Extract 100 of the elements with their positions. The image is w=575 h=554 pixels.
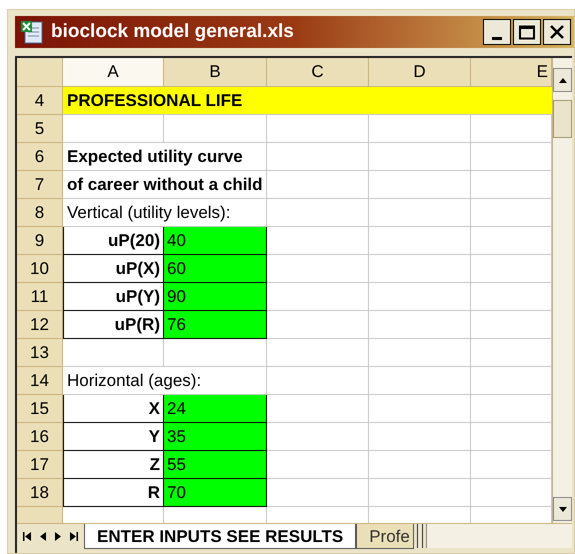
maximize-icon bbox=[519, 24, 535, 40]
label-cell: uP(Y) bbox=[63, 283, 164, 311]
table-cell[interactable] bbox=[471, 227, 552, 255]
table-cell[interactable] bbox=[267, 283, 369, 311]
table-cell[interactable] bbox=[471, 199, 552, 227]
table-cell[interactable] bbox=[267, 227, 369, 255]
table-cell[interactable] bbox=[369, 115, 471, 143]
input-cell[interactable]: 24 bbox=[164, 395, 267, 423]
select-all-corner[interactable] bbox=[17, 58, 63, 87]
table-cell[interactable] bbox=[267, 171, 369, 199]
scroll-thumb[interactable] bbox=[553, 100, 572, 138]
heading-cell[interactable]: Expected utility curve bbox=[63, 143, 267, 171]
table-cell[interactable] bbox=[369, 367, 471, 395]
table-cell[interactable] bbox=[471, 311, 552, 339]
heading-cell[interactable]: of career without a child bbox=[63, 171, 267, 199]
sheet-tab[interactable]: ENTER INPUTS SEE RESULTS bbox=[84, 524, 356, 549]
row-header[interactable]: 18 bbox=[17, 479, 63, 507]
table-cell[interactable] bbox=[267, 115, 369, 143]
row-header[interactable]: 17 bbox=[17, 451, 63, 479]
row-header[interactable]: 8 bbox=[17, 199, 63, 227]
input-cell[interactable]: 60 bbox=[164, 255, 267, 283]
next-sheet-icon[interactable] bbox=[55, 532, 61, 540]
table-cell[interactable] bbox=[369, 479, 471, 507]
row-header[interactable]: 4 bbox=[17, 87, 63, 115]
row-header[interactable]: 5 bbox=[17, 115, 63, 143]
table-cell[interactable] bbox=[471, 423, 552, 451]
table-cell[interactable] bbox=[471, 143, 552, 171]
column-header[interactable]: E bbox=[471, 58, 552, 87]
row-header[interactable]: 7 bbox=[17, 171, 63, 199]
table-cell[interactable] bbox=[267, 339, 369, 367]
input-cell[interactable]: 55 bbox=[164, 451, 267, 479]
table-cell[interactable] bbox=[471, 395, 552, 423]
table-cell[interactable] bbox=[471, 367, 552, 395]
table-cell[interactable] bbox=[369, 311, 471, 339]
column-header[interactable]: D bbox=[369, 58, 471, 87]
table-cell[interactable] bbox=[369, 451, 471, 479]
input-cell[interactable]: 40 bbox=[164, 227, 267, 255]
table-cell[interactable] bbox=[471, 255, 552, 283]
table-cell[interactable] bbox=[471, 283, 552, 311]
row-header[interactable]: 12 bbox=[17, 311, 63, 339]
table-cell[interactable] bbox=[63, 339, 164, 367]
table-cell[interactable] bbox=[267, 367, 369, 395]
table-cell[interactable] bbox=[164, 339, 267, 367]
table-cell[interactable] bbox=[164, 115, 267, 143]
close-icon bbox=[550, 25, 564, 39]
table-cell[interactable] bbox=[369, 423, 471, 451]
table-cell[interactable] bbox=[369, 283, 471, 311]
first-sheet-icon[interactable] bbox=[23, 532, 31, 540]
row-header[interactable]: 10 bbox=[17, 255, 63, 283]
table-cell[interactable] bbox=[471, 451, 552, 479]
table-cell[interactable] bbox=[471, 171, 552, 199]
row-header[interactable]: 6 bbox=[17, 143, 63, 171]
input-cell[interactable]: 90 bbox=[164, 283, 267, 311]
row-header[interactable]: 11 bbox=[17, 283, 63, 311]
table-cell[interactable] bbox=[471, 479, 552, 507]
input-cell[interactable]: 70 bbox=[164, 479, 267, 507]
row-header[interactable]: 14 bbox=[17, 367, 63, 395]
sheet-tab[interactable]: Profe bbox=[356, 524, 414, 549]
table-cell[interactable] bbox=[267, 395, 369, 423]
row-header[interactable]: 9 bbox=[17, 227, 63, 255]
table-cell[interactable] bbox=[369, 395, 471, 423]
row-header[interactable]: 13 bbox=[17, 339, 63, 367]
scroll-down-button[interactable] bbox=[553, 497, 572, 521]
maximize-button[interactable] bbox=[513, 19, 541, 45]
table-cell[interactable] bbox=[63, 115, 164, 143]
table-cell[interactable] bbox=[267, 423, 369, 451]
vertical-scrollbar[interactable] bbox=[552, 58, 572, 523]
table-cell[interactable] bbox=[369, 171, 471, 199]
table-cell[interactable] bbox=[267, 199, 369, 227]
note-cell[interactable]: Horizontal (ages): bbox=[63, 367, 267, 395]
title-cell: PROFESSIONAL LIFE bbox=[63, 87, 552, 115]
last-sheet-icon[interactable] bbox=[70, 532, 78, 540]
table-cell[interactable] bbox=[369, 199, 471, 227]
table-cell[interactable] bbox=[369, 255, 471, 283]
table-cell[interactable] bbox=[471, 115, 552, 143]
scroll-up-button[interactable] bbox=[553, 68, 572, 92]
column-header[interactable]: C bbox=[267, 58, 369, 87]
table-cell[interactable] bbox=[267, 255, 369, 283]
table-cell[interactable] bbox=[267, 451, 369, 479]
previous-sheet-icon[interactable] bbox=[40, 532, 46, 540]
table-cell[interactable] bbox=[369, 227, 471, 255]
close-button[interactable] bbox=[543, 19, 571, 45]
table-cell[interactable] bbox=[267, 311, 369, 339]
table-cell[interactable] bbox=[369, 339, 471, 367]
column-header[interactable]: A bbox=[63, 58, 164, 87]
input-cell[interactable]: 76 bbox=[164, 311, 267, 339]
column-header[interactable]: B bbox=[164, 58, 267, 87]
table-cell[interactable] bbox=[267, 479, 369, 507]
up-arrow-icon bbox=[558, 78, 566, 82]
label-cell: Z bbox=[63, 451, 164, 479]
table-cell[interactable] bbox=[471, 339, 552, 367]
row-header[interactable]: 15 bbox=[17, 395, 63, 423]
note-cell[interactable]: Vertical (utility levels): bbox=[63, 199, 267, 227]
input-cell[interactable]: 35 bbox=[164, 423, 267, 451]
horizontal-scrollbar[interactable] bbox=[426, 524, 572, 548]
table-cell[interactable] bbox=[369, 143, 471, 171]
minimize-button[interactable] bbox=[483, 19, 511, 45]
table-cell[interactable] bbox=[267, 143, 369, 171]
row-header[interactable]: 16 bbox=[17, 423, 63, 451]
tab-split-handle[interactable] bbox=[417, 524, 424, 548]
